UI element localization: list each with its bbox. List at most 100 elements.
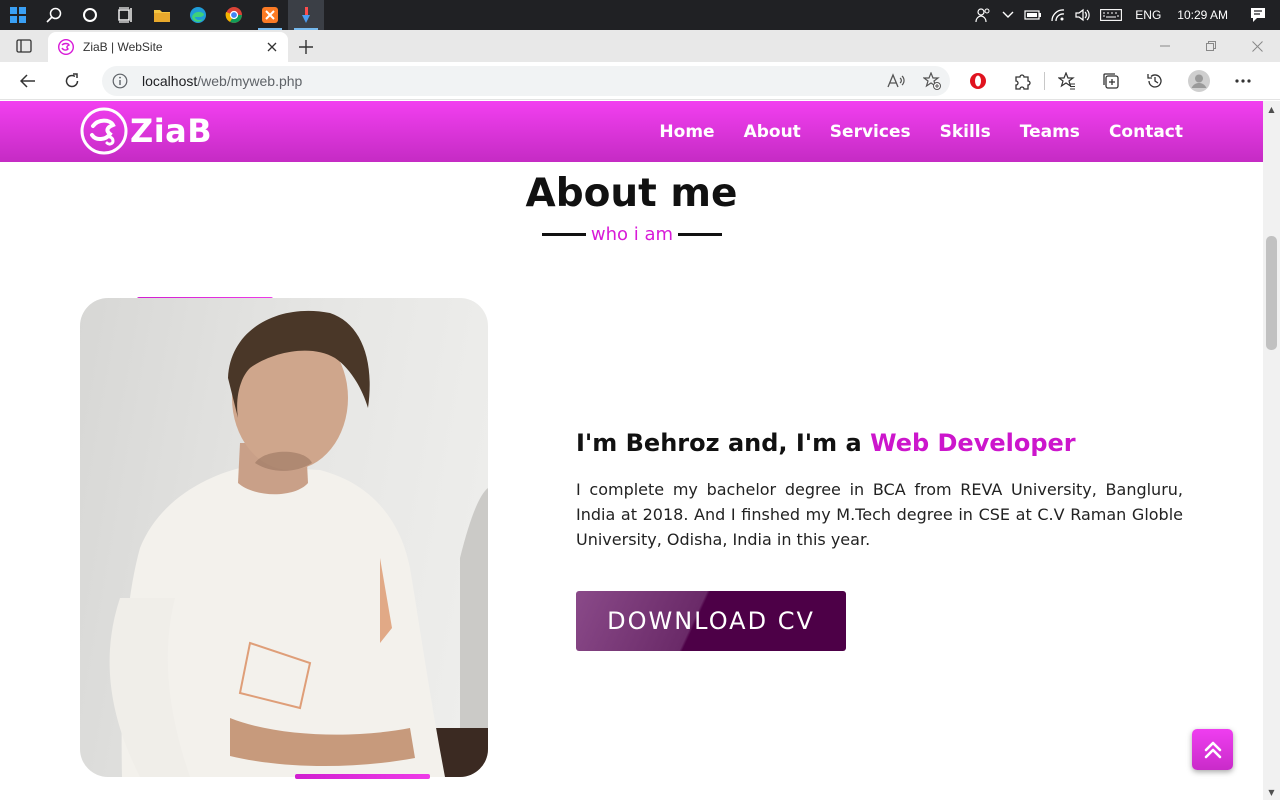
windows-taskbar: ENG 10:29 AM [0, 0, 1280, 30]
restore-icon [1206, 41, 1216, 51]
taskbar-file-explorer[interactable] [144, 0, 180, 30]
intro-prefix: I'm Behroz and, I'm a [576, 429, 871, 457]
logo-text: ZiaB [130, 112, 213, 150]
page-scrollbar[interactable]: ▲ ▼ [1263, 101, 1280, 800]
logo-mark-icon [80, 107, 128, 155]
download-cv-button[interactable]: DOWNLOAD CV [576, 591, 846, 651]
back-arrow-icon [20, 73, 35, 88]
search-icon [46, 7, 62, 23]
xampp-icon [262, 7, 278, 23]
wifi-icon [1051, 9, 1064, 22]
nav-contact[interactable]: Contact [1109, 122, 1183, 142]
site-navbar: ZiaB Home About Services Skills Teams Co… [0, 101, 1263, 162]
add-favorite-button[interactable] [914, 66, 950, 96]
clock[interactable]: 10:29 AM [1169, 8, 1236, 22]
address-bar[interactable]: localhost/web/myweb.php [102, 66, 950, 96]
favorites-button[interactable] [1045, 62, 1089, 100]
tab-close-button[interactable] [264, 39, 280, 55]
restore-button[interactable] [1188, 30, 1234, 62]
scroll-to-top-button[interactable] [1192, 729, 1233, 770]
person-illustration [109, 310, 488, 777]
collections-icon [1103, 73, 1119, 89]
settings-menu-button[interactable] [1221, 62, 1265, 100]
browser-toolbar: localhost/web/myweb.php [0, 62, 1280, 100]
system-tray: ENG 10:29 AM [970, 0, 1280, 30]
profile-photo-frame [80, 297, 490, 781]
minimize-button[interactable] [1142, 30, 1188, 62]
chrome-icon [225, 7, 242, 23]
volume-button[interactable] [1070, 0, 1095, 30]
tab-actions-button[interactable] [0, 30, 48, 62]
about-description: I complete my bachelor degree in BCA fro… [576, 480, 1183, 549]
scroll-down-arrow[interactable]: ▼ [1263, 784, 1280, 800]
new-tab-button[interactable] [290, 32, 322, 62]
favorites-icon [1058, 72, 1075, 90]
intro-heading: I'm Behroz and, I'm a Web Developer [576, 429, 1076, 457]
scroll-up-arrow[interactable]: ▲ [1263, 101, 1280, 117]
windows-start-button[interactable] [0, 0, 36, 30]
keyboard-button[interactable] [1095, 0, 1127, 30]
section-subtitle: who i am [542, 219, 722, 249]
tab-title: ZiaB | WebSite [83, 40, 163, 54]
read-aloud-button[interactable] [878, 66, 914, 96]
refresh-button[interactable] [50, 62, 94, 100]
history-icon [1147, 74, 1162, 88]
more-icon [1235, 79, 1251, 83]
taskbar-active-app[interactable] [288, 0, 324, 30]
keyboard-icon [1100, 9, 1123, 21]
collections-button[interactable] [1089, 62, 1133, 100]
wifi-button[interactable] [1045, 0, 1070, 30]
url-host: localhost [142, 73, 198, 89]
windows-start-icon [10, 7, 26, 23]
tab-active[interactable]: ZiaB | WebSite [48, 32, 288, 62]
extensions-button[interactable] [1000, 62, 1044, 100]
profile-button[interactable] [1177, 62, 1221, 100]
close-window-button[interactable] [1234, 30, 1280, 62]
info-icon [112, 73, 128, 89]
url-text[interactable]: localhost/web/myweb.php [142, 73, 878, 89]
puzzle-icon [1015, 74, 1031, 90]
window-controls [1142, 30, 1280, 62]
people-button[interactable] [970, 0, 995, 30]
battery-button[interactable] [1020, 0, 1045, 30]
action-center-button[interactable] [1236, 0, 1280, 30]
read-aloud-icon [887, 73, 905, 88]
taskbar-search-button[interactable] [36, 0, 72, 30]
scrollbar-thumb[interactable] [1266, 236, 1277, 350]
task-view-icon [118, 7, 132, 23]
browser-extensions [956, 62, 1265, 100]
tray-expand-button[interactable] [995, 0, 1020, 30]
section-title: About me [525, 171, 738, 216]
cortana-button[interactable] [72, 0, 108, 30]
tab-actions-icon [16, 39, 32, 53]
back-button[interactable] [6, 62, 50, 100]
minimize-icon [1160, 45, 1170, 47]
site-logo[interactable]: ZiaB [80, 107, 212, 155]
cortana-icon [83, 8, 97, 22]
nav-skills[interactable]: Skills [940, 122, 991, 142]
close-icon [267, 42, 277, 52]
taskbar-chrome[interactable] [216, 0, 252, 30]
subtitle-left-rule [542, 232, 586, 236]
intro-highlight: Web Developer [870, 429, 1076, 457]
nav-teams[interactable]: Teams [1020, 122, 1080, 142]
nav-services[interactable]: Services [830, 122, 911, 142]
taskbar-xampp[interactable] [252, 0, 288, 30]
url-path: /web/myweb.php [197, 73, 303, 89]
history-button[interactable] [1133, 62, 1177, 100]
subtitle-text: who i am [590, 223, 674, 245]
taskbar-edge[interactable] [180, 0, 216, 30]
task-view-button[interactable] [108, 0, 144, 30]
opera-icon [970, 73, 986, 89]
nav-home[interactable]: Home [659, 122, 714, 142]
chevron-up-icon [1002, 11, 1014, 18]
profile-photo [80, 298, 488, 777]
opera-extension-button[interactable] [956, 62, 1000, 100]
site-info-button[interactable] [102, 73, 138, 89]
file-explorer-icon [154, 9, 170, 22]
nav-about[interactable]: About [744, 122, 801, 142]
refresh-icon [65, 72, 79, 87]
notification-icon [1251, 8, 1265, 22]
language-indicator[interactable]: ENG [1127, 8, 1169, 22]
people-icon [975, 8, 990, 23]
